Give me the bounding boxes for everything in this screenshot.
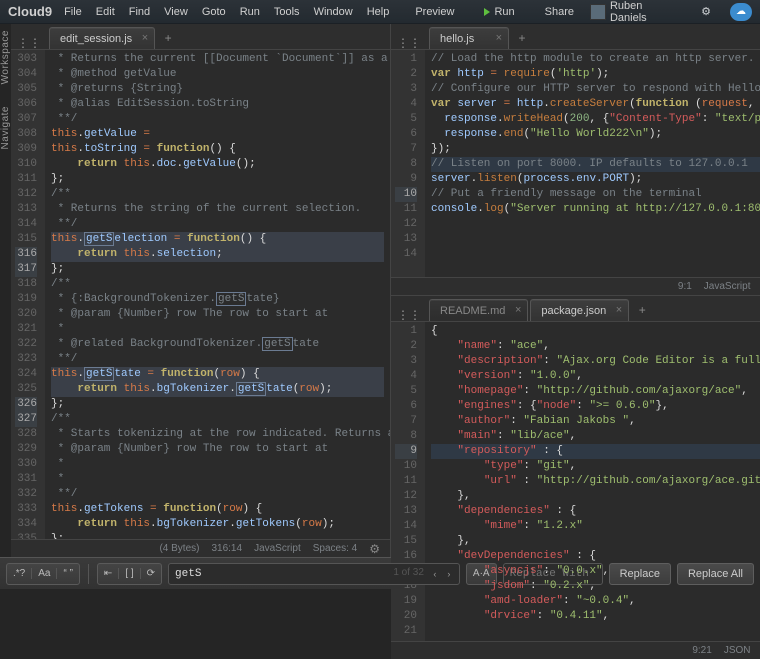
tab-drag-handle-icon[interactable]: ⋮⋮: [397, 37, 421, 49]
menu-view[interactable]: View: [164, 6, 188, 18]
left-gutter: 3033043053063073083093103113123133143153…: [11, 50, 45, 539]
right-bot-statusbar: 9:21 JSON Spaces: 4 ⚙: [391, 641, 760, 659]
toggle-match-case[interactable]: Aa: [32, 568, 57, 579]
tab-close-icon[interactable]: ×: [142, 32, 148, 44]
new-tab-button[interactable]: +: [157, 27, 179, 49]
tab-close-icon[interactable]: ×: [515, 304, 521, 316]
menubar: Cloud9 File Edit Find View Goto Run Tool…: [0, 0, 760, 24]
status-pos: 9:1: [678, 281, 692, 292]
status-lang[interactable]: JSON: [724, 645, 751, 656]
tab-readme[interactable]: README.md ×: [429, 299, 528, 321]
right-top-tabbar: ⋮⋮ hello.js × +: [391, 24, 760, 50]
run-button[interactable]: Run: [484, 6, 514, 18]
status-lang[interactable]: JavaScript: [254, 543, 301, 554]
user-name: Ruben Daniels: [610, 0, 682, 24]
left-statusbar: (4 Bytes) 316:14 JavaScript Spaces: 4 ⚙: [11, 539, 390, 557]
find-next-button[interactable]: ›: [442, 566, 456, 582]
tab-label: README.md: [440, 305, 505, 317]
left-editor[interactable]: 3033043053063073083093103113123133143153…: [11, 50, 390, 539]
settings-gear-icon[interactable]: ⚙: [698, 4, 714, 20]
menu-window[interactable]: Window: [314, 6, 353, 18]
user-chip[interactable]: Ruben Daniels: [590, 0, 682, 24]
rt-code[interactable]: // Load the http module to create an htt…: [425, 50, 760, 277]
new-tab-button[interactable]: +: [511, 27, 533, 49]
menu-run[interactable]: Run: [240, 6, 260, 18]
status-lang[interactable]: JavaScript: [704, 281, 751, 292]
brand[interactable]: Cloud9: [8, 4, 52, 19]
new-tab-button[interactable]: +: [631, 299, 653, 321]
search-hits: 1 of 32: [393, 567, 424, 578]
menu-goto[interactable]: Goto: [202, 6, 226, 18]
menu-help[interactable]: Help: [367, 6, 390, 18]
find-prev-button[interactable]: ‹: [428, 566, 442, 582]
menu-file[interactable]: File: [64, 6, 82, 18]
status-pos: 316:14: [211, 543, 242, 554]
play-icon: [484, 8, 490, 16]
side-workspace[interactable]: Workspace: [0, 30, 11, 84]
menu-find[interactable]: Find: [129, 6, 150, 18]
tab-drag-handle-icon[interactable]: ⋮⋮: [17, 37, 41, 49]
right-bot-tabbar: ⋮⋮ README.md × package.json × +: [391, 296, 760, 322]
status-gear-icon[interactable]: ⚙: [369, 542, 380, 556]
toggle-wrap[interactable]: ⟳: [141, 568, 161, 579]
cloud9-badge-icon[interactable]: ☁: [730, 3, 752, 21]
status-pos: 9:21: [692, 645, 711, 656]
tab-label: hello.js: [440, 33, 474, 45]
rb-gutter: 123456789101112131415161718192021: [391, 322, 425, 641]
menu-tools[interactable]: Tools: [274, 6, 300, 18]
tab-drag-handle-icon[interactable]: ⋮⋮: [397, 309, 421, 321]
tab-close-icon[interactable]: ×: [616, 304, 622, 316]
left-code[interactable]: * Returns the current [[Document `Docume…: [45, 50, 390, 539]
run-label: Run: [494, 6, 514, 18]
tab-edit-session[interactable]: edit_session.js ×: [49, 27, 155, 49]
tab-package-json[interactable]: package.json ×: [530, 299, 629, 321]
rb-code[interactable]: { "name": "ace", "description": "Ajax.or…: [425, 322, 760, 641]
share-button[interactable]: Share: [545, 6, 574, 18]
side-navigate[interactable]: Navigate: [0, 106, 11, 149]
toggle-in-selection[interactable]: [ ]: [119, 568, 140, 579]
tab-label: edit_session.js: [60, 33, 132, 45]
avatar-icon: [590, 4, 606, 20]
menu-preview[interactable]: Preview: [415, 6, 454, 18]
side-rail: Workspace Navigate: [0, 24, 11, 557]
find-nav-toggles: ⇤ [ ] ⟳: [97, 563, 162, 585]
right-top-statusbar: 9:1 JavaScript Spaces: 2 ⚙: [391, 277, 760, 295]
toggle-whole-word[interactable]: “ ”: [57, 568, 78, 579]
toggle-regex[interactable]: .*?: [7, 568, 32, 579]
menu-edit[interactable]: Edit: [96, 6, 115, 18]
status-bytes: (4 Bytes): [159, 543, 199, 554]
right-bot-editor[interactable]: 123456789101112131415161718192021 { "nam…: [391, 322, 760, 641]
left-tabbar: ⋮⋮ edit_session.js × +: [11, 24, 390, 50]
find-mode-toggles: .*? Aa “ ”: [6, 563, 80, 585]
rt-gutter: 1234567891011121314: [391, 50, 425, 277]
tab-close-icon[interactable]: ×: [496, 32, 502, 44]
tab-label: package.json: [541, 305, 606, 317]
tab-hello-js[interactable]: hello.js ×: [429, 27, 509, 49]
status-spaces[interactable]: Spaces: 4: [313, 543, 357, 554]
toggle-search-backward[interactable]: ⇤: [98, 568, 119, 579]
right-top-editor[interactable]: 1234567891011121314 // Load the http mod…: [391, 50, 760, 277]
